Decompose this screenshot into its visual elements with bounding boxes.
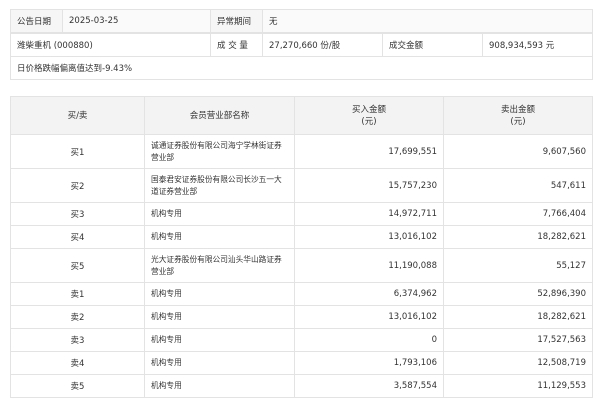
buy-amount: 14,972,711 — [294, 202, 444, 226]
listing-reason: 日价格跌幅偏离值达到-9.43% — [10, 56, 593, 80]
trade-side: 卖2 — [10, 305, 145, 329]
branch-name: 光大证券股份有限公司汕头华山路证券营业部 — [144, 248, 295, 283]
amount-label: 成交金额 — [382, 33, 483, 57]
sell-amount: 55,127 — [443, 248, 593, 283]
sell-amount: 11,129,553 — [443, 374, 593, 398]
info-table: 公告日期 2025-03-25 异常期间 无 — [10, 9, 593, 33]
sell-amount: 18,282,621 — [443, 225, 593, 249]
info-row: 公告日期 2025-03-25 异常期间 无 — [10, 9, 593, 33]
trade-side: 买4 — [10, 225, 145, 249]
trade-side: 卖5 — [10, 374, 145, 398]
branch-name: 机构专用 — [144, 374, 295, 398]
sell-amount: 9,607,560 — [443, 134, 593, 169]
volume-value: 27,270,660 份/股 — [262, 33, 383, 57]
branch-name: 机构专用 — [144, 305, 295, 329]
table-row: 卖3 机构专用 0 17,527,563 — [10, 328, 593, 352]
sell-amount: 7,766,404 — [443, 202, 593, 226]
sell-header-line2: (元) — [510, 116, 526, 127]
branch-name: 机构专用 — [144, 282, 295, 306]
trade-side: 买3 — [10, 202, 145, 226]
announce-date-value: 2025-03-25 — [62, 9, 211, 33]
branch-name: 机构专用 — [144, 328, 295, 352]
buy-amount: 3,587,554 — [294, 374, 444, 398]
branch-name: 国泰君安证券股份有限公司长沙五一大道证券营业部 — [144, 168, 295, 203]
table-row: 买5 光大证券股份有限公司汕头华山路证券营业部 11,190,088 55,127 — [10, 248, 593, 283]
trade-side: 买1 — [10, 134, 145, 169]
buy-amount: 0 — [294, 328, 444, 352]
sell-amount: 52,896,390 — [443, 282, 593, 306]
amount-value: 908,934,593 元 — [482, 33, 593, 57]
table-row: 卖2 机构专用 13,016,102 18,282,621 — [10, 305, 593, 329]
branch-name: 机构专用 — [144, 351, 295, 375]
table-row: 买3 机构专用 14,972,711 7,766,404 — [10, 202, 593, 226]
branch-name: 机构专用 — [144, 202, 295, 226]
abnormal-period-label: 异常期间 — [210, 9, 263, 33]
table-row: 买2 国泰君安证券股份有限公司长沙五一大道证券营业部 15,757,230 547,6… — [10, 168, 593, 203]
col-header-branch: 会员营业部名称 — [144, 96, 295, 135]
sell-amount: 18,282,621 — [443, 305, 593, 329]
sell-header-line1: 卖出金额 — [500, 104, 535, 115]
volume-label: 成 交 量 — [210, 33, 263, 57]
trade-side: 买2 — [10, 168, 145, 203]
buy-amount: 13,016,102 — [294, 225, 444, 249]
table-body: 买1 诚通证券股份有限公司海宁学林街证券营业部 17,699,551 9,607,56… — [10, 134, 593, 398]
abnormal-period-value: 无 — [262, 9, 593, 33]
branch-name: 机构专用 — [144, 225, 295, 249]
buy-amount: 1,793,106 — [294, 351, 444, 375]
table-row: 卖5 机构专用 3,587,554 11,129,553 — [10, 374, 593, 398]
col-header-side: 买/卖 — [10, 96, 145, 135]
buy-header-line1: 买入金额 — [351, 104, 386, 115]
table-row: 买4 机构专用 13,016,102 18,282,621 — [10, 225, 593, 249]
table-row: 卖1 机构专用 6,374,962 52,896,390 — [10, 282, 593, 306]
sell-amount: 17,527,563 — [443, 328, 593, 352]
buy-amount: 15,757,230 — [294, 168, 444, 203]
reason-row: 日价格跌幅偏离值达到-9.43% — [10, 56, 593, 80]
buy-amount: 11,190,088 — [294, 248, 444, 283]
trade-side: 买5 — [10, 248, 145, 283]
sell-amount: 547,611 — [443, 168, 593, 203]
trading-detail-table: 买/卖 会员营业部名称 买入金额 (元) 卖出金额 (元) 买1 诚通证券股份有限公司… — [10, 96, 593, 398]
buy-amount: 6,374,962 — [294, 282, 444, 306]
sell-amount: 12,508,719 — [443, 351, 593, 375]
announce-date-label: 公告日期 — [10, 9, 63, 33]
buy-amount: 13,016,102 — [294, 305, 444, 329]
page: 公告日期 2025-03-25 异常期间 无 潍柴重机 (000880) 成 交… — [0, 0, 600, 407]
table-header-row: 买/卖 会员营业部名称 买入金额 (元) 卖出金额 (元) — [10, 96, 593, 135]
trade-side: 卖1 — [10, 282, 145, 306]
col-header-buy: 买入金额 (元) — [294, 96, 444, 135]
branch-name: 诚通证券股份有限公司海宁学林街证券营业部 — [144, 134, 295, 169]
table-row: 买1 诚通证券股份有限公司海宁学林街证券营业部 17,699,551 9,607,56… — [10, 134, 593, 169]
trade-side: 卖3 — [10, 328, 145, 352]
buy-header-line2: (元) — [361, 116, 377, 127]
stock-name: 潍柴重机 (000880) — [10, 33, 211, 57]
table-row: 卖4 机构专用 1,793,106 12,508,719 — [10, 351, 593, 375]
col-header-sell: 卖出金额 (元) — [443, 96, 593, 135]
buy-amount: 17,699,551 — [294, 134, 444, 169]
stock-summary-table: 潍柴重机 (000880) 成 交 量 27,270,660 份/股 成交金额 … — [10, 33, 593, 80]
trade-side: 卖4 — [10, 351, 145, 375]
summary-row: 潍柴重机 (000880) 成 交 量 27,270,660 份/股 成交金额 … — [10, 33, 593, 57]
